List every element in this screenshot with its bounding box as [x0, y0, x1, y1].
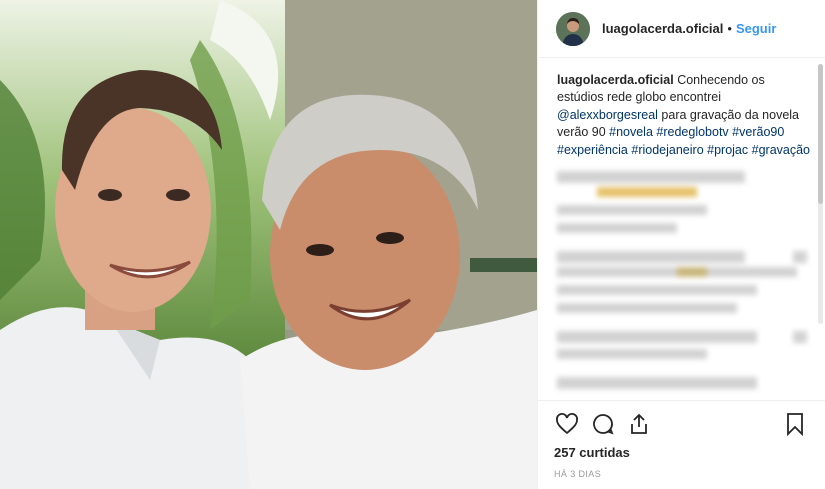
blurred-comments: [557, 171, 810, 391]
comments-section: luagolacerda.oficial Conhecendo os estúd…: [538, 58, 825, 400]
header-username[interactable]: luagolacerda.oficial: [602, 21, 723, 36]
comments-scrollbar[interactable]: [818, 64, 823, 324]
post-actions: 257 curtidas HÁ 3 DIAS: [538, 400, 825, 479]
scrollbar-thumb[interactable]: [818, 64, 823, 204]
post-caption: luagolacerda.oficial Conhecendo os estúd…: [557, 72, 810, 159]
hashtag-riodejaneiro[interactable]: #riodejaneiro: [631, 143, 703, 157]
avatar[interactable]: [556, 11, 590, 46]
selfie-image: [0, 0, 537, 489]
action-icons: [554, 409, 810, 439]
header-separator: •: [727, 21, 732, 36]
bookmark-icon[interactable]: [782, 411, 808, 437]
hashtag-projac[interactable]: #projac: [707, 143, 748, 157]
post-timestamp[interactable]: HÁ 3 DIAS: [554, 469, 810, 479]
share-icon[interactable]: [626, 411, 652, 437]
likes-count[interactable]: 257 curtidas: [554, 445, 810, 460]
caption-username[interactable]: luagolacerda.oficial: [557, 73, 674, 87]
hashtag-verao90[interactable]: #verão90: [732, 125, 784, 139]
hashtag-gravacao[interactable]: #gravação: [752, 143, 810, 157]
hashtag-novela[interactable]: #novela: [609, 125, 653, 139]
avatar-image: [556, 11, 590, 46]
comment-icon[interactable]: [590, 411, 616, 437]
post-header: luagolacerda.oficial • Seguir: [538, 0, 825, 58]
follow-button[interactable]: Seguir: [736, 21, 776, 36]
hashtag-experiencia[interactable]: #experiência: [557, 143, 628, 157]
hashtag-redeglobotv[interactable]: #redeglobotv: [656, 125, 728, 139]
caption-mention[interactable]: @alexxborgesreal: [557, 108, 658, 122]
heart-icon[interactable]: [554, 411, 580, 437]
instagram-post: luagolacerda.oficial • Seguir luagolacer…: [0, 0, 825, 489]
post-sidebar: luagolacerda.oficial • Seguir luagolacer…: [537, 0, 825, 489]
post-photo[interactable]: [0, 0, 537, 489]
